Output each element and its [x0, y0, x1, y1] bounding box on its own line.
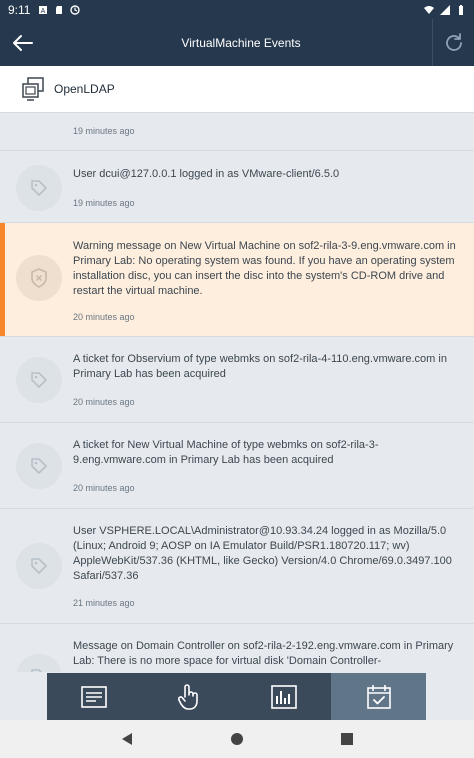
- nav-recents-button[interactable]: [327, 724, 367, 754]
- event-time: 19 minutes ago: [73, 126, 135, 136]
- event-message: A ticket for New Virtual Machine of type…: [73, 439, 379, 466]
- event-badge: [16, 543, 62, 589]
- svg-text:A: A: [41, 8, 46, 15]
- event-time: 19 minutes ago: [73, 198, 135, 208]
- tag-icon: [31, 180, 47, 196]
- vm-header: OpenLDAP: [0, 66, 474, 113]
- tab-actions[interactable]: [142, 673, 237, 720]
- arrow-left-icon: [13, 34, 33, 51]
- summary-list-icon: [81, 685, 108, 708]
- wifi-icon: [424, 5, 434, 14]
- calendar-check-icon: [366, 684, 391, 709]
- virtual-machine-icon: [22, 77, 44, 101]
- signal-icon: [440, 4, 450, 15]
- nav-home-button[interactable]: [217, 724, 257, 754]
- status-bar: 9:11 A: [0, 0, 474, 19]
- event-badge: [16, 165, 62, 211]
- nav-back-button[interactable]: [107, 724, 147, 754]
- tag-icon: [31, 558, 47, 574]
- event-message: Warning message on New Virtual Machine o…: [73, 240, 456, 297]
- event-item[interactable]: Message on Domain Controller on sof2-ril…: [0, 624, 474, 672]
- event-time: 20 minutes ago: [73, 483, 135, 493]
- event-badge: [16, 255, 62, 301]
- event-time: 20 minutes ago: [73, 312, 135, 322]
- square-recents-icon: [341, 733, 353, 745]
- tab-events[interactable]: [331, 673, 426, 720]
- triangle-back-icon: [122, 733, 132, 745]
- notification-icon: A: [39, 5, 48, 15]
- bottom-tab-bar: [47, 673, 426, 720]
- event-list[interactable]: 19 minutes ago User dcui@127.0.0.1 logge…: [0, 114, 474, 672]
- event-message: A ticket for Observium of type webmks on…: [73, 353, 447, 380]
- event-message: Message on Domain Controller on sof2-ril…: [73, 640, 454, 667]
- warning-shield-icon: [31, 268, 47, 288]
- hand-pointer-icon: [178, 683, 198, 710]
- vm-name: OpenLDAP: [54, 82, 115, 96]
- sync-icon: [70, 4, 81, 15]
- tag-icon: [31, 372, 47, 388]
- tag-icon: [31, 669, 43, 672]
- event-message: User dcui@127.0.0.1 logged in as VMware-…: [73, 168, 340, 180]
- event-badge: [16, 654, 62, 672]
- event-item[interactable]: 19 minutes ago: [0, 114, 474, 151]
- sd-card-icon: [56, 5, 63, 14]
- event-time: 21 minutes ago: [73, 598, 135, 608]
- status-time: 9:11: [8, 2, 31, 17]
- event-item[interactable]: A ticket for New Virtual Machine of type…: [0, 423, 474, 509]
- refresh-button[interactable]: [432, 19, 474, 66]
- tab-summary[interactable]: [47, 673, 142, 720]
- event-item[interactable]: User dcui@127.0.0.1 logged in as VMware-…: [0, 151, 474, 223]
- event-item[interactable]: A ticket for Observium of type webmks on…: [0, 337, 474, 423]
- event-item[interactable]: User VSPHERE.LOCAL\Administrator@10.93.3…: [0, 509, 474, 624]
- page-title: VirtualMachine Events: [181, 35, 301, 50]
- chart-icon: [271, 684, 297, 709]
- event-message: User VSPHERE.LOCAL\Administrator@10.93.3…: [73, 525, 452, 582]
- back-button[interactable]: [2, 23, 42, 63]
- app-bar: VirtualMachine Events: [0, 19, 474, 66]
- tag-icon: [31, 458, 47, 474]
- event-item-warning[interactable]: Warning message on New Virtual Machine o…: [0, 223, 474, 337]
- android-nav-bar: [0, 720, 474, 758]
- tab-monitor[interactable]: [237, 673, 332, 720]
- event-badge: [16, 443, 62, 489]
- refresh-icon: [445, 32, 462, 51]
- circle-home-icon: [231, 733, 243, 745]
- battery-icon: [459, 4, 463, 15]
- event-badge: [16, 357, 62, 403]
- event-time: 20 minutes ago: [73, 397, 135, 407]
